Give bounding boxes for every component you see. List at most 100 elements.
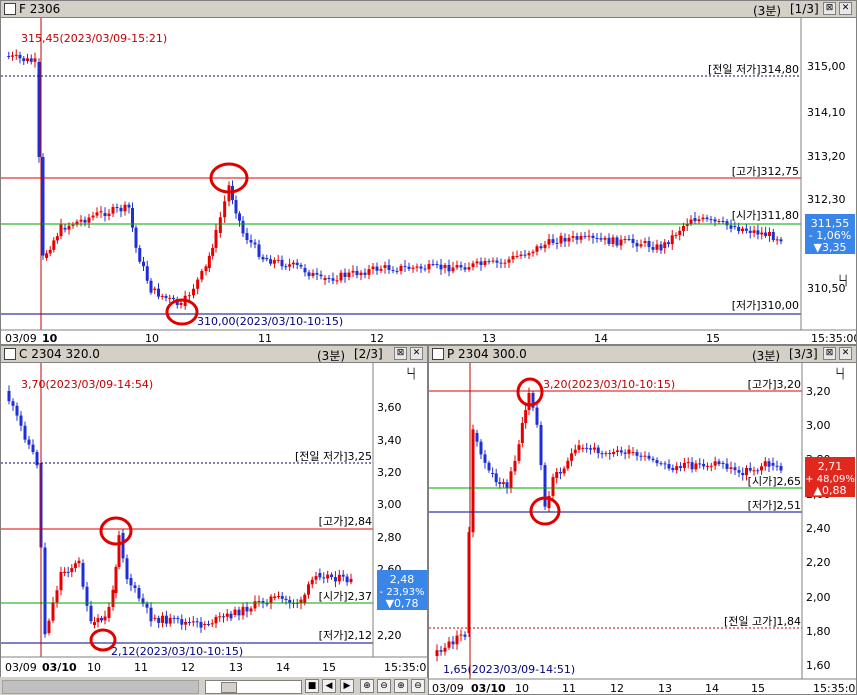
candle-body xyxy=(363,272,367,275)
scroll-track[interactable] xyxy=(2,680,199,694)
checkbox-icon[interactable] xyxy=(4,348,16,360)
candle-body xyxy=(682,462,686,468)
y-tick: 312,30 xyxy=(807,193,846,206)
x-tick: 15 xyxy=(751,682,765,695)
put-pane-page: [3/3] xyxy=(789,347,818,361)
candle-body xyxy=(225,613,229,617)
candle-body xyxy=(555,472,559,478)
call-pane-titlebar[interactable]: C 2304 320.0 (3분) [2/3] ⊠ ✕ xyxy=(1,346,427,363)
candle-body xyxy=(79,219,83,222)
candle-body xyxy=(133,585,137,588)
zoom-out-icon[interactable]: ⊖ xyxy=(411,679,425,693)
put-chart-pane[interactable]: P 2304 300.0 (3분) [3/3] ⊠ ✕ 3,20(2023/03… xyxy=(428,345,857,695)
candle-body xyxy=(498,482,502,484)
call-chart-pane[interactable]: C 2304 320.0 (3분) [2/3] ⊠ ✕ 3,70(2023/03… xyxy=(0,345,428,678)
candle-body xyxy=(67,225,71,230)
candle-body xyxy=(164,615,168,624)
candle-body xyxy=(523,254,527,256)
next-icon[interactable]: ▶ xyxy=(340,679,354,693)
restore-icon[interactable]: ⊠ xyxy=(823,2,836,15)
candle-body xyxy=(343,272,347,277)
chart-scroll-toolbar[interactable]: ■ ◀ ▶ ⊕ ⊖ ⊕ ⊖ xyxy=(0,677,427,695)
candle-body xyxy=(241,606,245,616)
checkbox-icon[interactable] xyxy=(4,3,16,15)
candle-body xyxy=(100,618,103,621)
put-candlestick-chart[interactable]: 3,20(2023/03/10-10:15) 1,65(2023/03/09-1… xyxy=(429,363,856,695)
high-marker-circle xyxy=(99,516,133,546)
open-label: [시가]2,37 xyxy=(319,590,372,603)
put-pane-titlebar[interactable]: P 2304 300.0 (3분) [3/3] ⊠ ✕ xyxy=(429,346,856,363)
restore-icon[interactable]: ⊠ xyxy=(823,347,836,360)
candle-body xyxy=(619,239,623,246)
range-slider-thumb[interactable] xyxy=(221,682,237,693)
candle-body xyxy=(272,260,276,264)
candle-body xyxy=(767,461,771,467)
candle-body xyxy=(686,462,690,464)
zoom-out-icon[interactable]: ⊖ xyxy=(377,679,391,693)
restore-icon[interactable]: ⊠ xyxy=(394,347,407,360)
top-chart-pane[interactable]: F 2306 (3분) [1/3] ⊠ ✕ 315,45(2023/03/09-… xyxy=(0,0,857,345)
candle-body xyxy=(451,641,455,645)
range-slider[interactable] xyxy=(205,680,302,694)
candle-body xyxy=(337,574,341,582)
price-box-chg: ▼0,78 xyxy=(386,597,419,610)
candle-body xyxy=(483,454,487,463)
candle-body xyxy=(527,393,531,411)
checkbox-icon[interactable] xyxy=(432,348,444,360)
candle-body xyxy=(517,444,521,461)
candle-body xyxy=(319,274,323,277)
put-x-ticks: 03/09 03/10 10 11 12 13 14 15 15:35:00 xyxy=(432,682,856,695)
call-candlestick-chart[interactable]: 3,70(2023/03/09-14:54) 2,12(2023/03/10-1… xyxy=(1,363,427,678)
price-box-price: 2,48 xyxy=(390,573,415,586)
top-pane-interval: (3분) xyxy=(753,4,782,18)
candle-body xyxy=(471,429,475,533)
candle-body xyxy=(52,240,56,250)
candle-body xyxy=(543,465,547,507)
y-tick: 2,00 xyxy=(806,591,831,604)
prev-icon[interactable]: ◀ xyxy=(322,679,336,693)
candle-body xyxy=(333,577,337,582)
candle-body xyxy=(527,253,531,256)
candle-body xyxy=(737,470,741,473)
close-icon[interactable]: ✕ xyxy=(839,347,852,360)
x-tick: 03/10 xyxy=(42,661,77,674)
candle-body xyxy=(111,589,115,607)
top-candlestick-chart[interactable]: 315,45(2023/03/09-15:21) 310,00(2023/03/… xyxy=(1,18,856,345)
candle-body xyxy=(89,605,93,622)
candle-body xyxy=(138,248,142,262)
candle-body xyxy=(26,58,29,62)
candle-body xyxy=(149,607,153,622)
candle-body xyxy=(611,237,615,244)
zoom-in-icon[interactable]: ⊕ xyxy=(394,679,408,693)
candle-body xyxy=(27,439,31,445)
candle-body xyxy=(555,242,559,244)
candle-body xyxy=(471,263,475,268)
y-tick: 313,20 xyxy=(807,150,846,163)
close-icon[interactable]: ✕ xyxy=(410,347,423,360)
close-icon[interactable]: ✕ xyxy=(839,2,852,15)
candle-body xyxy=(591,235,595,238)
candle-body xyxy=(729,467,733,469)
candle-body xyxy=(717,461,721,465)
candle-body xyxy=(603,237,607,240)
candle-body xyxy=(698,463,702,465)
candle-body xyxy=(307,272,311,277)
candle-body xyxy=(73,563,77,569)
open-label: [시가]2,65 xyxy=(748,475,801,488)
zoom-in-icon[interactable]: ⊕ xyxy=(360,679,374,693)
x-tick: 14 xyxy=(276,661,290,674)
stop-icon[interactable]: ■ xyxy=(305,679,319,693)
candle-body xyxy=(475,261,479,264)
candle-body xyxy=(355,270,359,276)
candle-body xyxy=(196,279,200,289)
top-pane-titlebar[interactable]: F 2306 (3분) [1/3] ⊠ ✕ xyxy=(1,1,856,18)
candle-body xyxy=(713,461,717,466)
x-tick: 10 xyxy=(515,682,529,695)
candle-body xyxy=(559,235,563,244)
candle-body xyxy=(659,244,663,251)
candle-body xyxy=(157,288,160,297)
candle-body xyxy=(539,425,543,466)
candle-body xyxy=(760,232,764,235)
candle-body xyxy=(701,217,705,220)
low-point-label: 1,65(2023/03/09-14:51) xyxy=(443,663,575,676)
